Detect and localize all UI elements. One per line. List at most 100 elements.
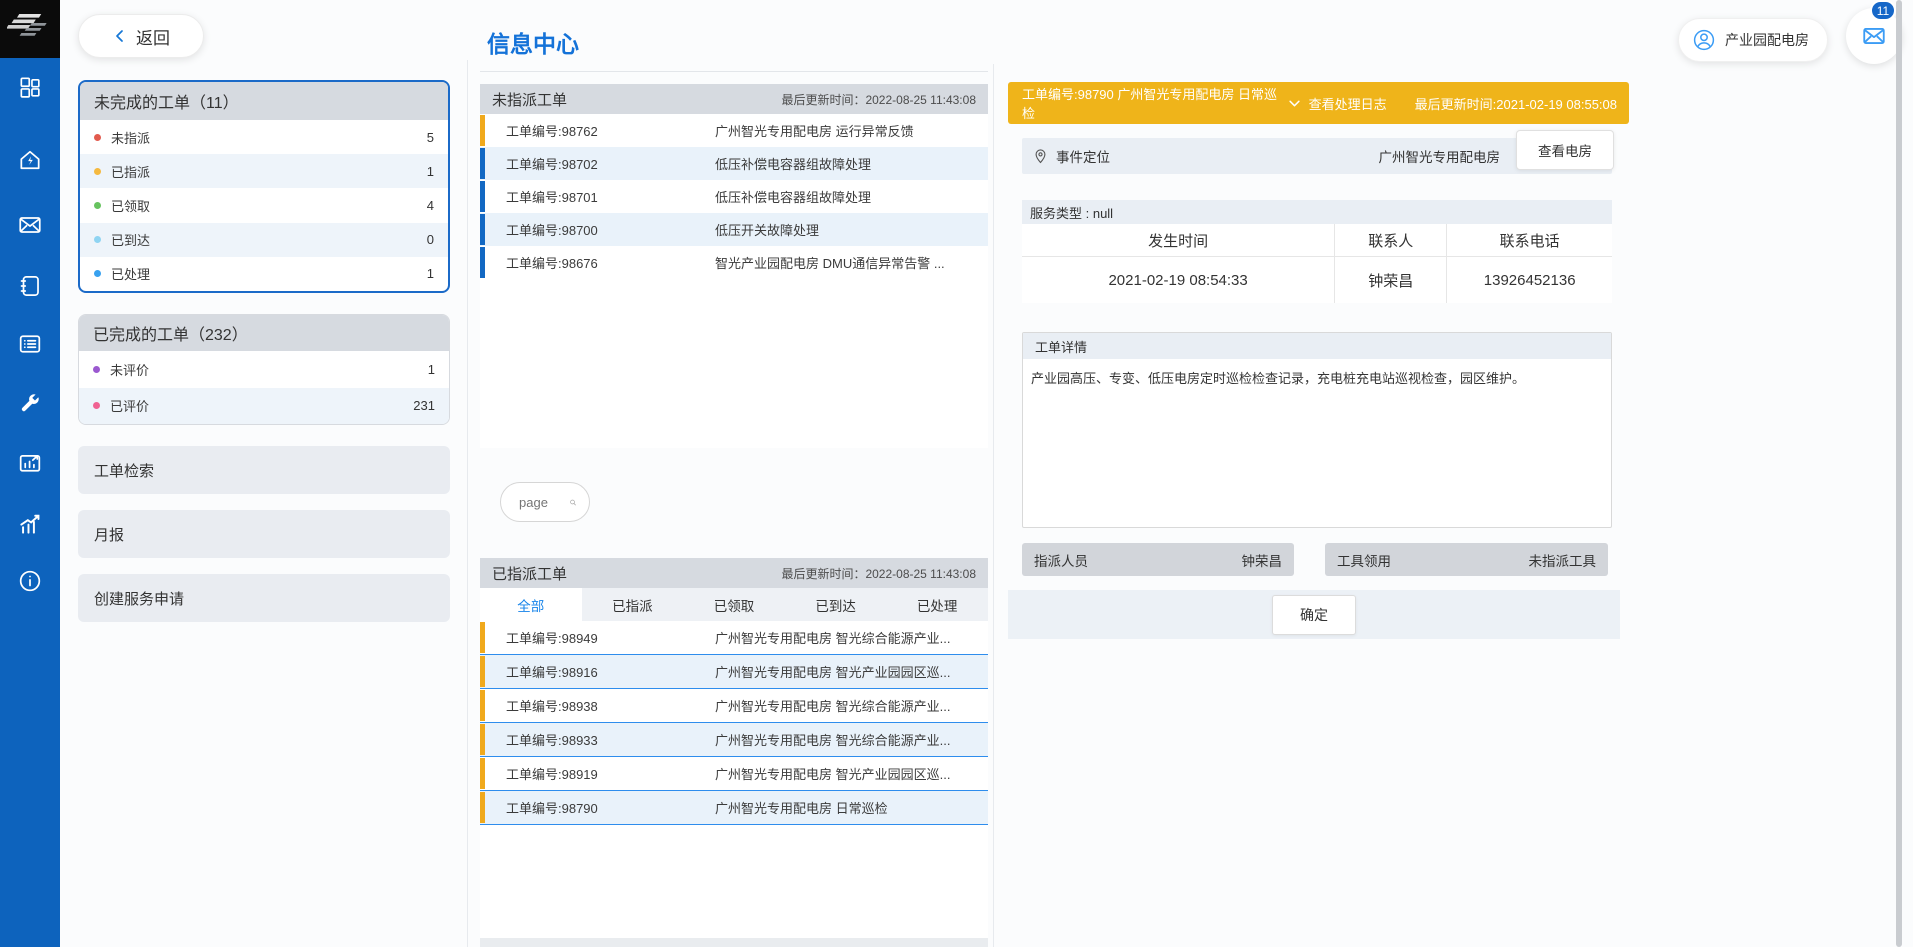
work-order-desc: 广州智光专用配电房 日常巡检: [715, 798, 980, 817]
assigned-panel-header: 已指派工单 最后更新时间：2022-08-25 11:43:08: [480, 558, 988, 588]
tab-claimed[interactable]: 已领取: [683, 588, 785, 621]
assignee-label: 指派人员: [1034, 550, 1088, 570]
shortcut-monthly-report[interactable]: 月报: [78, 510, 450, 558]
stat-row-processed[interactable]: 已处理 1: [80, 257, 448, 291]
tab-processed[interactable]: 已处理: [886, 588, 988, 621]
row-accent-bar: [480, 148, 485, 179]
work-order-id: 工单编号:98762: [506, 121, 598, 140]
tools-bar[interactable]: 工具领用 未指派工具: [1325, 543, 1608, 576]
view-room-button[interactable]: 查看电房: [1516, 130, 1614, 170]
assignee-value: 钟荣昌: [1242, 550, 1283, 570]
stat-count: 231: [413, 398, 435, 413]
search-input[interactable]: [517, 494, 563, 511]
back-button[interactable]: 返回: [78, 14, 204, 58]
work-order-row[interactable]: 工单编号:98702 低压补偿电容器组故障处理: [480, 147, 988, 180]
title-divider: [480, 71, 988, 72]
shortcut-order-search[interactable]: 工单检索: [78, 446, 450, 494]
view-log-label: 查看处理日志: [1309, 94, 1387, 113]
apps-icon[interactable]: [0, 73, 60, 101]
work-order-row-selected[interactable]: 工单编号:98790 广州智光专用配电房 日常巡检: [480, 791, 988, 825]
event-location-label: 事件定位: [1056, 146, 1110, 166]
status-dot: [93, 402, 100, 409]
info-icon[interactable]: [0, 567, 60, 595]
work-order-row[interactable]: 工单编号:98701 低压补偿电容器组故障处理: [480, 180, 988, 213]
wrench-icon[interactable]: [0, 388, 60, 416]
left-divider: [467, 60, 468, 947]
finished-orders-title: 已完成的工单（232）: [79, 315, 449, 351]
user-account-button[interactable]: 产业园配电房: [1678, 18, 1828, 62]
detail-title: 工单编号:98790 广州智光专用配电房 日常巡检: [1022, 84, 1287, 122]
page-scrollbar[interactable]: [1896, 0, 1902, 947]
tab-all[interactable]: 全部: [480, 588, 582, 621]
contact-phone-value: 13926452136: [1447, 257, 1612, 304]
order-detail-label: 工单详情: [1023, 333, 1611, 359]
page-title: 信息中心: [487, 25, 579, 59]
mail-nav-icon[interactable]: [0, 211, 60, 239]
col-occur-time: 发生时间: [1022, 224, 1335, 257]
stat-row-assigned[interactable]: 已指派 1: [80, 154, 448, 188]
work-order-id: 工单编号:98916: [506, 662, 598, 681]
work-order-row[interactable]: 工单编号:98762 广州智光专用配电房 运行异常反馈: [480, 114, 988, 147]
finished-orders-card[interactable]: 已完成的工单（232） 未评价 1 已评价 231: [78, 314, 450, 425]
report-chart-icon[interactable]: [0, 449, 60, 477]
stat-row-unassigned[interactable]: 未指派 5: [80, 120, 448, 154]
view-log-button[interactable]: 查看处理日志: [1287, 94, 1387, 113]
row-accent-bar: [480, 247, 485, 278]
work-order-id: 工单编号:98790: [506, 798, 598, 817]
stat-label: 未指派: [111, 128, 150, 147]
work-order-row[interactable]: 工单编号:98933 广州智光专用配电房 智光综合能源产业...: [480, 723, 988, 757]
work-order-desc: 广州智光专用配电房 智光综合能源产业...: [715, 628, 980, 647]
stat-label: 已指派: [111, 162, 150, 181]
work-order-row[interactable]: 工单编号:98676 智光产业园配电房 DMU通信异常告警 ...: [480, 246, 988, 279]
detail-header: 工单编号:98790 广州智光专用配电房 日常巡检 查看处理日志 最后更新时间:…: [1008, 82, 1629, 124]
work-order-row[interactable]: 工单编号:98700 低压开关故障处理: [480, 213, 988, 246]
stat-label: 已领取: [111, 196, 150, 215]
stat-label: 已到达: [111, 230, 150, 249]
horizontal-scrollbar[interactable]: [480, 938, 988, 947]
row-accent-bar: [480, 758, 485, 789]
location-pin-icon: [1032, 148, 1049, 165]
stat-count: 4: [427, 198, 434, 213]
home-energy-icon[interactable]: [0, 146, 60, 174]
page-search[interactable]: [500, 482, 590, 522]
unfinished-orders-title: 未完成的工单（11）: [80, 82, 448, 120]
work-order-desc: 低压补偿电容器组故障处理: [715, 154, 980, 173]
stat-row-rated[interactable]: 已评价 231: [79, 388, 449, 425]
tab-arrived[interactable]: 已到达: [785, 588, 887, 621]
confirm-button[interactable]: 确定: [1272, 595, 1356, 635]
status-dot: [94, 270, 101, 277]
stat-row-unrated[interactable]: 未评价 1: [79, 351, 449, 388]
table-row: 2021-02-19 08:54:33 钟荣昌 13926452136: [1022, 257, 1612, 304]
stat-row-arrived[interactable]: 已到达 0: [80, 223, 448, 257]
detail-footer: 确定: [1008, 590, 1620, 639]
list-icon[interactable]: [0, 330, 60, 358]
work-order-row[interactable]: 工单编号:98916 广州智光专用配电房 智光产业园园区巡...: [480, 655, 988, 689]
shortcut-create-service-request[interactable]: 创建服务申请: [78, 574, 450, 622]
stat-row-claimed[interactable]: 已领取 4: [80, 188, 448, 222]
unassigned-updated-time: 最后更新时间：2022-08-25 11:43:08: [781, 91, 976, 108]
assigned-order-list: 工单编号:98949 广州智光专用配电房 智光综合能源产业... 工单编号:98…: [480, 621, 988, 825]
work-order-id: 工单编号:98938: [506, 696, 598, 715]
work-order-row[interactable]: 工单编号:98938 广州智光专用配电房 智光综合能源产业...: [480, 689, 988, 723]
trend-chart-icon[interactable]: [0, 510, 60, 538]
unfinished-orders-card[interactable]: 未完成的工单（11） 未指派 5 已指派 1 已领取 4 已到达 0 已处理 1: [78, 80, 450, 293]
work-order-id: 工单编号:98949: [506, 628, 598, 647]
service-type-label: 服务类型 : null: [1022, 200, 1612, 224]
tab-assigned[interactable]: 已指派: [582, 588, 684, 621]
row-accent-bar: [480, 690, 485, 721]
stat-label: 已处理: [111, 264, 150, 283]
stat-count: 5: [427, 130, 434, 145]
notebook-icon[interactable]: [0, 272, 60, 300]
mail-icon: [1861, 23, 1887, 49]
assignee-bar[interactable]: 指派人员 钟荣昌: [1022, 543, 1294, 576]
work-order-id: 工单编号:98919: [506, 764, 598, 783]
chevron-down-icon: [1287, 96, 1302, 111]
work-order-row[interactable]: 工单编号:98949 广州智光专用配电房 智光综合能源产业...: [480, 621, 988, 655]
order-detail-text: 产业园高压、专变、低压电房定时巡检检查记录，充电桩充电站巡视检查，园区维护。: [1023, 359, 1611, 399]
detail-updated-time: 最后更新时间:2021-02-19 08:55:08: [1415, 94, 1617, 113]
assigned-orders-panel: 已指派工单 最后更新时间：2022-08-25 11:43:08 全部 已指派 …: [480, 558, 988, 947]
work-order-desc: 低压补偿电容器组故障处理: [715, 187, 980, 206]
contact-info-table: 发生时间 联系人 联系电话 2021-02-19 08:54:33 钟荣昌 13…: [1022, 224, 1612, 303]
search-icon[interactable]: [569, 494, 577, 511]
work-order-row[interactable]: 工单编号:98919 广州智光专用配电房 智光产业园园区巡...: [480, 757, 988, 791]
